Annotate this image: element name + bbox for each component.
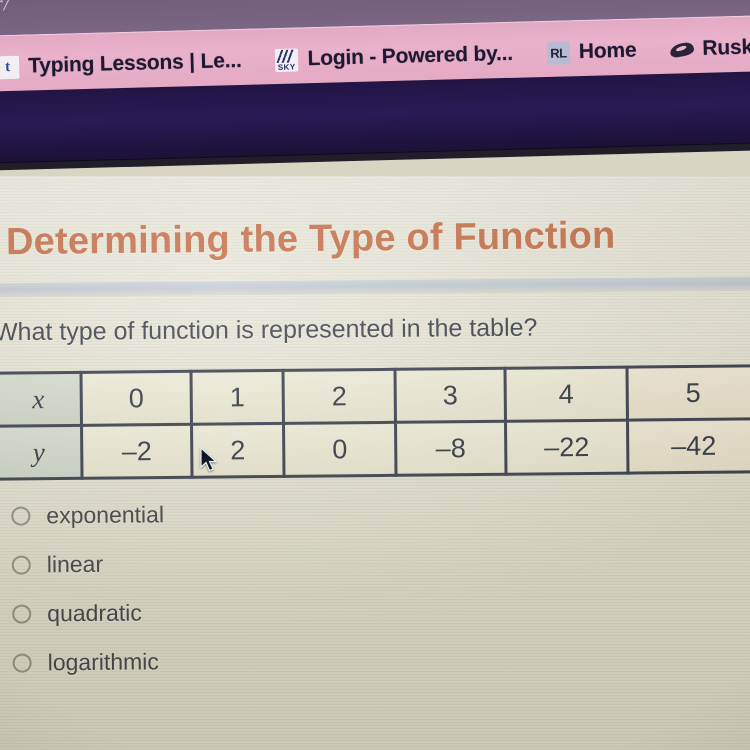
radio-button-icon[interactable] bbox=[12, 653, 32, 673]
answer-options: exponential linear quadratic logarithmic bbox=[7, 490, 165, 687]
bookmark-label: Typing Lessons | Le... bbox=[27, 48, 242, 78]
function-table-wrapper: x 0 1 2 3 4 5 y –2 2 0 –8 –22 –42 bbox=[0, 364, 750, 480]
cell-y-4: –22 bbox=[505, 420, 628, 475]
cell-y-5: –42 bbox=[627, 418, 750, 474]
cell-x-4: 4 bbox=[504, 367, 628, 422]
cell-x-3: 3 bbox=[394, 368, 506, 423]
bookmark-login-powered-by[interactable]: SKY Login - Powered by... bbox=[275, 42, 513, 72]
option-quadratic[interactable]: quadratic bbox=[8, 588, 165, 638]
cell-x-5: 5 bbox=[626, 365, 750, 421]
option-exponential[interactable]: exponential bbox=[7, 490, 164, 540]
eagle-favicon-icon bbox=[669, 38, 696, 62]
radio-button-icon[interactable] bbox=[11, 555, 31, 575]
cell-y-3: –8 bbox=[395, 421, 507, 476]
cell-x-2: 2 bbox=[282, 369, 396, 424]
rl-favicon-icon: RL bbox=[546, 40, 571, 65]
bookmark-label: Login - Powered by... bbox=[307, 41, 514, 71]
page-title: Determining the Type of Function bbox=[5, 214, 616, 264]
cell-y-2: 0 bbox=[283, 422, 397, 477]
url-fragment-text: r/ bbox=[0, 0, 11, 16]
option-logarithmic[interactable]: logarithmic bbox=[8, 637, 165, 687]
radio-button-icon[interactable] bbox=[11, 506, 31, 526]
row-header-y: y bbox=[0, 425, 83, 480]
cell-y-1: 2 bbox=[191, 423, 285, 478]
screenshot-root: r/ t Typing Lessons | Le... SKY Login - … bbox=[0, 0, 750, 750]
option-label: linear bbox=[46, 550, 104, 578]
bookmark-label: Rusk Ju bbox=[702, 35, 750, 60]
letter-t-favicon-icon: t bbox=[0, 55, 20, 79]
bookmark-label: Home bbox=[578, 38, 637, 64]
question-text: What type of function is represented in … bbox=[0, 313, 538, 347]
option-label: quadratic bbox=[47, 599, 142, 627]
cell-y-0: –2 bbox=[81, 424, 193, 479]
bookmark-rusk-junior[interactable]: Rusk Ju bbox=[669, 35, 750, 62]
browser-chrome: r/ t Typing Lessons | Le... SKY Login - … bbox=[0, 0, 750, 194]
function-table: x 0 1 2 3 4 5 y –2 2 0 –8 –22 –42 bbox=[0, 364, 750, 480]
table-row-y: y –2 2 0 –8 –22 –42 bbox=[0, 418, 750, 480]
option-label: logarithmic bbox=[47, 648, 159, 676]
bookmark-typing-lessons[interactable]: t Typing Lessons | Le... bbox=[0, 49, 242, 79]
row-header-x: x bbox=[0, 372, 82, 427]
bookmark-home[interactable]: RL Home bbox=[546, 38, 637, 65]
cell-x-0: 0 bbox=[81, 371, 192, 426]
radio-button-icon[interactable] bbox=[12, 604, 32, 624]
lesson-page: Determining the Type of Function What ty… bbox=[0, 176, 750, 750]
option-linear[interactable]: linear bbox=[8, 539, 165, 589]
option-label: exponential bbox=[46, 501, 165, 529]
table-row-x: x 0 1 2 3 4 5 bbox=[0, 365, 750, 427]
sky-favicon-icon: SKY bbox=[275, 47, 299, 72]
cell-x-1: 1 bbox=[190, 370, 284, 425]
title-divider bbox=[0, 276, 750, 298]
